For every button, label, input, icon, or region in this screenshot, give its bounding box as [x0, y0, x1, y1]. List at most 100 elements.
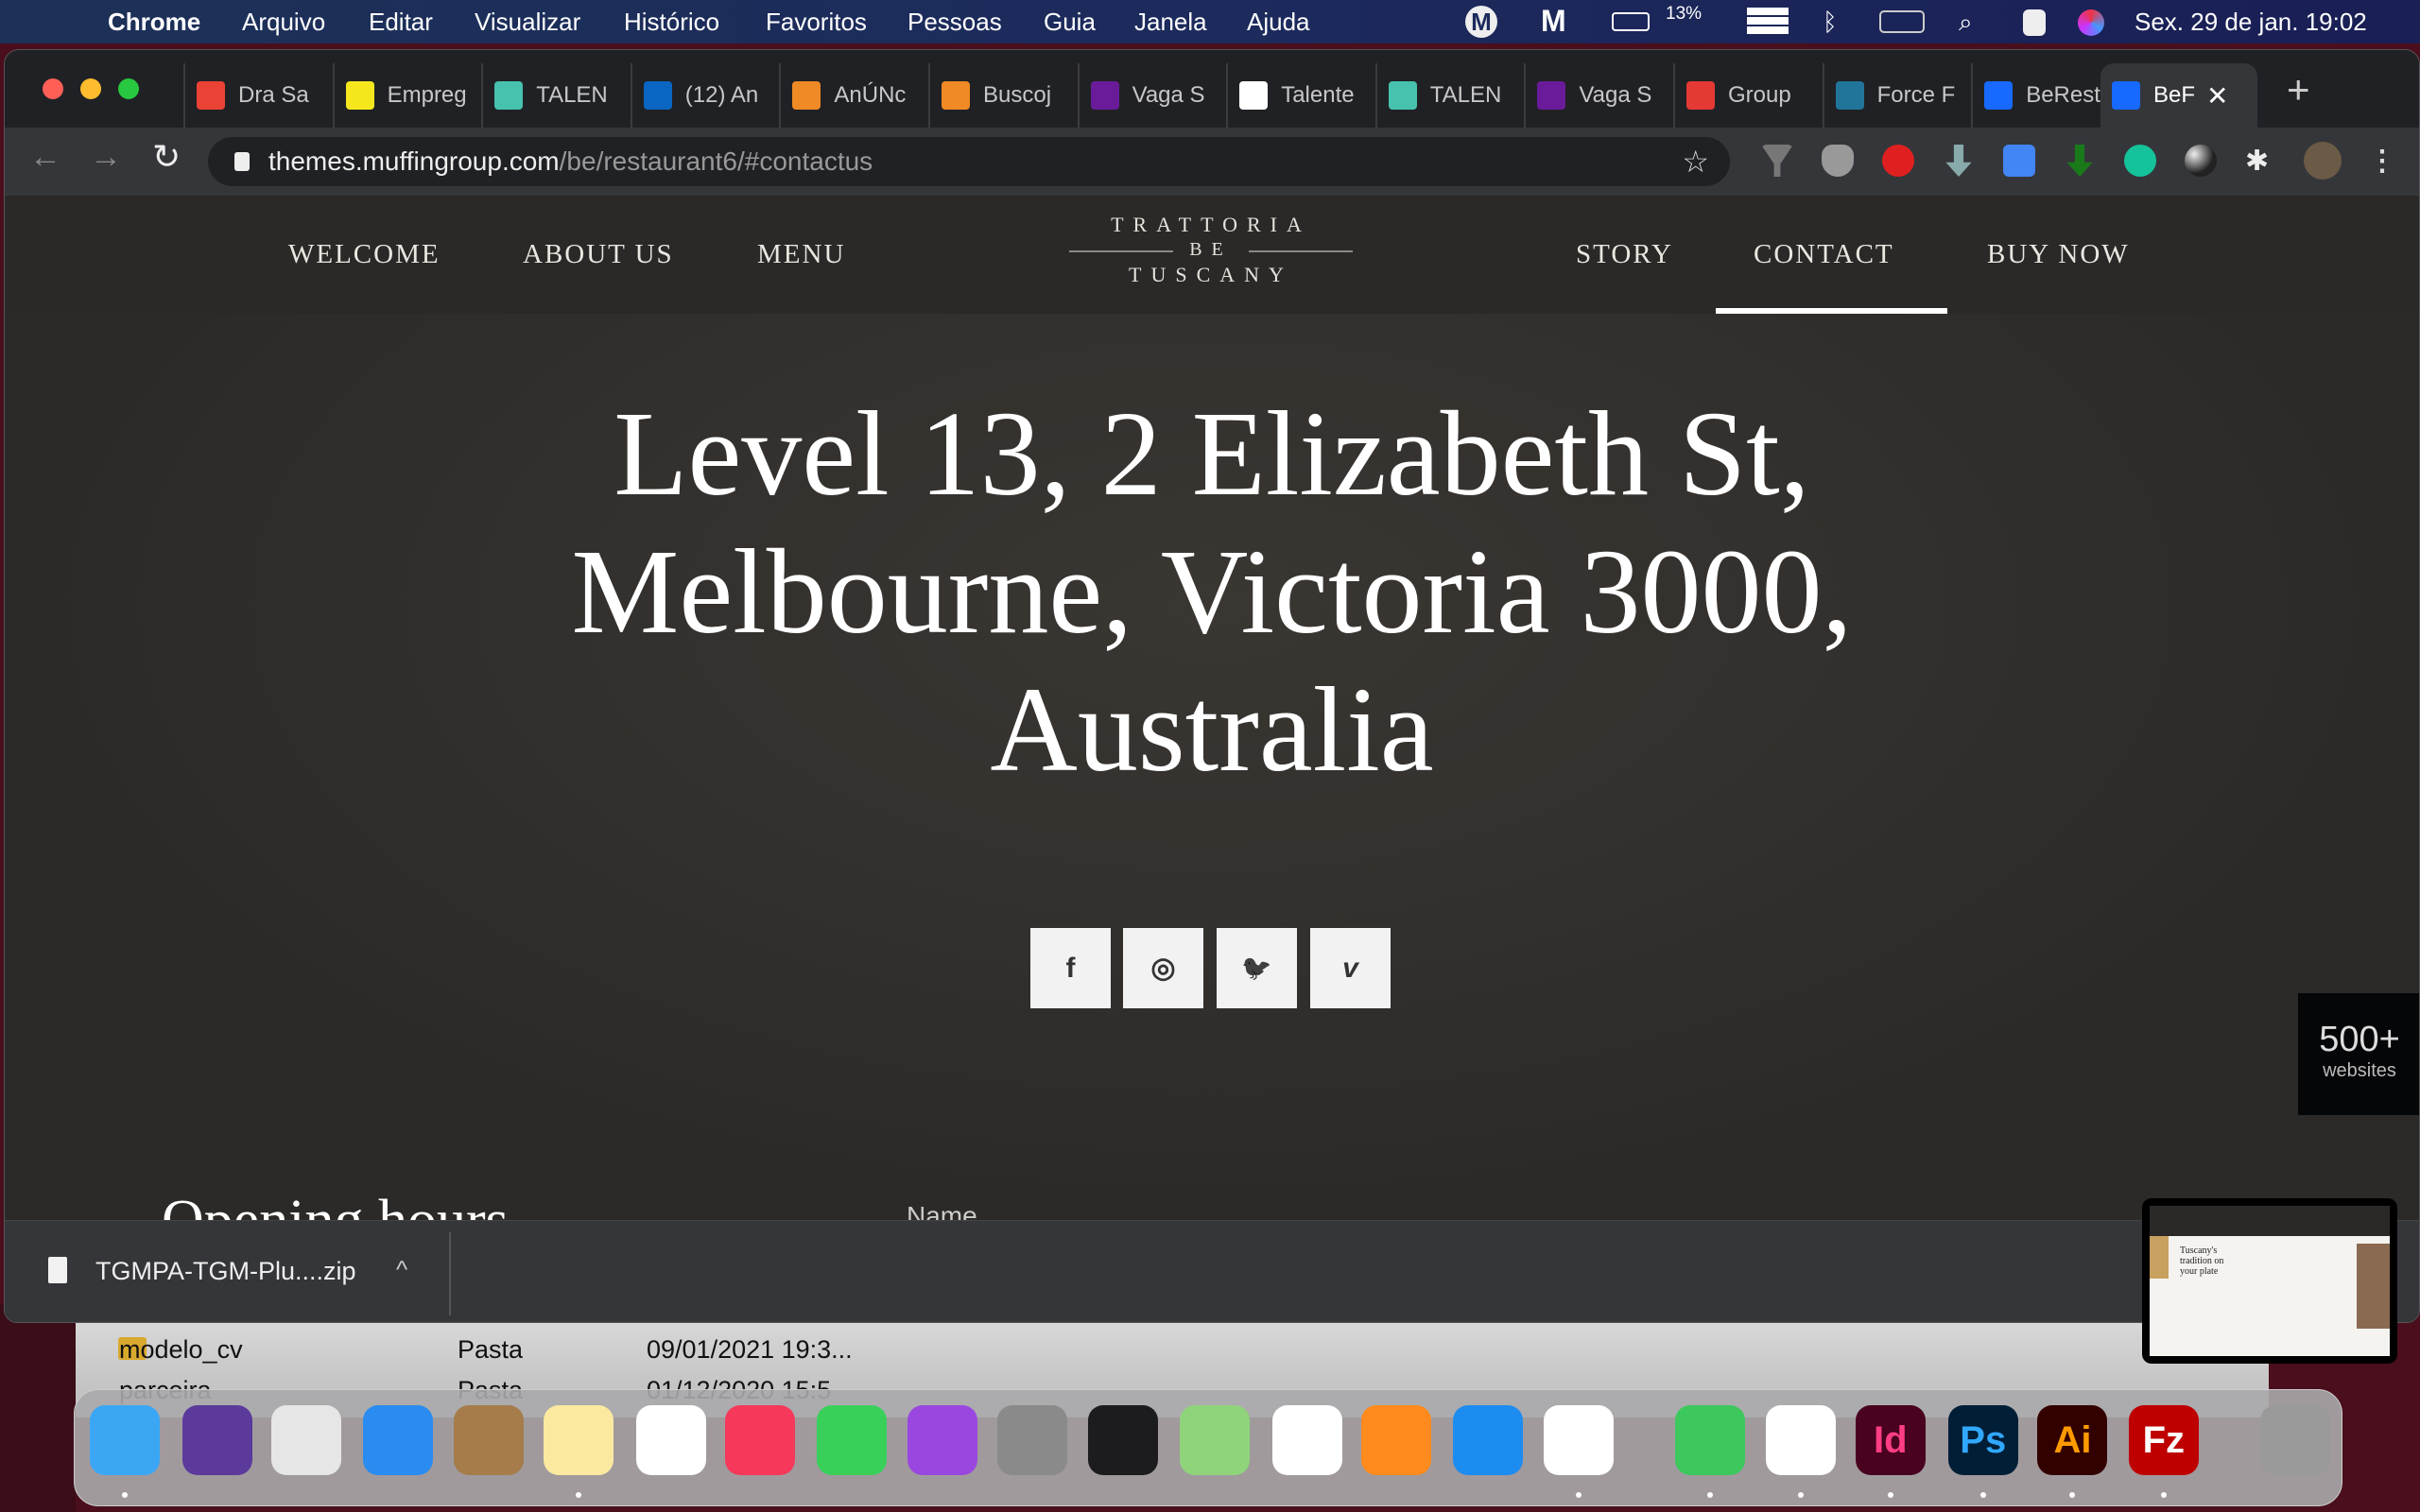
power-icon[interactable]: [1879, 10, 1925, 33]
bluetooth-icon[interactable]: ᛒ: [1823, 8, 1838, 37]
m-icon[interactable]: M: [1541, 4, 1566, 39]
clock[interactable]: Sex. 29 de jan. 19:02: [2135, 8, 2367, 37]
trash-icon[interactable]: [2259, 1405, 2330, 1475]
reload-icon[interactable]: ↻: [152, 137, 181, 177]
tab[interactable]: Talente: [1226, 63, 1375, 128]
maps-icon[interactable]: [1179, 1405, 1250, 1475]
site-logo[interactable]: TRATTORIA BE TUSCANY: [1069, 213, 1353, 287]
nav-contact[interactable]: CONTACT: [1754, 239, 1894, 270]
download-item[interactable]: TGMPA-TGM-Plu....zip: [95, 1257, 356, 1286]
vimeo-button[interactable]: v: [1310, 928, 1391, 1008]
tab[interactable]: BeRest: [1971, 63, 2120, 128]
safari-icon[interactable]: [1766, 1405, 1837, 1475]
instagram-button[interactable]: ◎: [1123, 928, 1203, 1008]
tab[interactable]: Group: [1673, 63, 1823, 128]
app-store-icon[interactable]: [1452, 1405, 1523, 1475]
extension-shield-icon[interactable]: [1822, 145, 1854, 177]
facebook-button[interactable]: f: [1030, 928, 1111, 1008]
zoom-window-button[interactable]: [118, 78, 139, 99]
chevron-up-icon[interactable]: ^: [396, 1255, 407, 1284]
notes-icon[interactable]: [543, 1405, 614, 1475]
menu-kebab-icon[interactable]: ⋮: [2368, 145, 2400, 177]
malwarebytes-icon[interactable]: M: [1465, 6, 1497, 38]
mail-icon[interactable]: [362, 1405, 433, 1475]
menu-visualizar[interactable]: Visualizar: [475, 8, 580, 37]
parallels-icon[interactable]: [1747, 8, 1789, 34]
lock-icon[interactable]: [234, 152, 250, 171]
photos-icon[interactable]: [1271, 1405, 1342, 1475]
green-download-icon[interactable]: [2066, 145, 2093, 177]
tab[interactable]: Buscoj: [928, 63, 1078, 128]
chrome-icon[interactable]: [1543, 1405, 1614, 1475]
tab[interactable]: Vaga S: [1524, 63, 1673, 128]
menu-ajuda[interactable]: Ajuda: [1247, 8, 1310, 37]
download-arrow-icon[interactable]: [1945, 145, 1972, 177]
grammarly-icon[interactable]: [2124, 145, 2156, 177]
podcasts-icon[interactable]: [908, 1405, 978, 1475]
siri-icon[interactable]: [182, 1405, 252, 1475]
control-center-icon[interactable]: [2023, 9, 2046, 36]
books-icon[interactable]: [1361, 1405, 1432, 1475]
nav-buy-now[interactable]: BUY NOW: [1987, 239, 2130, 270]
extensions-puzzle-icon[interactable]: ✱: [2245, 145, 2277, 177]
tab[interactable]: (12) An: [630, 63, 780, 128]
photoshop-icon[interactable]: Ps: [1947, 1405, 2018, 1475]
forward-icon[interactable]: →: [90, 139, 122, 176]
system-preferences-icon[interactable]: [996, 1405, 1067, 1475]
close-window-button[interactable]: [43, 78, 63, 99]
macos-dock: Id Ps Ai Fz: [74, 1389, 2342, 1506]
music-icon[interactable]: [725, 1405, 796, 1475]
nav-about-us[interactable]: ABOUT US: [523, 239, 674, 270]
tab[interactable]: Vaga S: [1077, 63, 1227, 128]
finder-row-name[interactable]: modelo_cv: [119, 1335, 243, 1365]
address-bar[interactable]: themes.muffingroup.com/be/restaurant6/#c…: [208, 137, 1730, 186]
indesign-icon[interactable]: Id: [1855, 1405, 1926, 1475]
extension-funnel-icon[interactable]: [1761, 145, 1793, 177]
nav-welcome[interactable]: WELCOME: [288, 239, 441, 270]
launchpad-icon[interactable]: [271, 1405, 342, 1475]
apple-tv-icon[interactable]: [1088, 1405, 1159, 1475]
tab[interactable]: Dra Sa: [183, 63, 333, 128]
messages-icon[interactable]: [816, 1405, 887, 1475]
twitter-button[interactable]: 🐦: [1217, 928, 1297, 1008]
illustrator-icon[interactable]: Ai: [2037, 1405, 2108, 1475]
menu-guia[interactable]: Guia: [1044, 8, 1096, 37]
battery-icon[interactable]: [1612, 12, 1650, 31]
back-icon[interactable]: ←: [29, 139, 61, 176]
siri-icon[interactable]: [2078, 9, 2104, 36]
menu-pessoas[interactable]: Pessoas: [908, 8, 1002, 37]
extension-balls-icon[interactable]: [2185, 145, 2217, 177]
menu-arquivo[interactable]: Arquivo: [242, 8, 325, 37]
tab[interactable]: Force F: [1822, 63, 1972, 128]
reminders-icon[interactable]: [635, 1405, 706, 1475]
google-translate-icon[interactable]: [2003, 145, 2035, 177]
contacts-icon[interactable]: [454, 1405, 525, 1475]
nav-story[interactable]: STORY: [1576, 239, 1673, 270]
tab[interactable]: Empreg: [332, 63, 482, 128]
minimize-window-button[interactable]: [80, 78, 101, 99]
nav-menu[interactable]: MENU: [757, 239, 845, 270]
profile-avatar[interactable]: [2304, 142, 2342, 180]
close-tab-icon[interactable]: ✕: [2206, 80, 2228, 112]
screenshot-thumbnail[interactable]: Tuscany's tradition on your plate: [2142, 1198, 2397, 1364]
menu-app-name[interactable]: Chrome: [108, 8, 200, 37]
menu-editar[interactable]: Editar: [369, 8, 433, 37]
whatsapp-icon[interactable]: [1674, 1405, 1745, 1475]
tab[interactable]: AnÚNc: [779, 63, 928, 128]
logo-rule: [1069, 250, 1173, 252]
tab[interactable]: TALEN: [1374, 63, 1525, 128]
spotlight-icon[interactable]: ⌕: [1959, 8, 1973, 38]
tab-active[interactable]: BeF ✕: [2100, 63, 2257, 128]
500-websites-badge[interactable]: 500+ websites: [2298, 993, 2419, 1115]
menu-favoritos[interactable]: Favoritos: [766, 8, 867, 37]
bookmark-star-icon[interactable]: ☆: [1682, 144, 1709, 180]
menu-janela[interactable]: Janela: [1134, 8, 1207, 37]
tab[interactable]: TALEN: [481, 63, 631, 128]
filezilla-icon[interactable]: Fz: [2128, 1405, 2199, 1475]
finder-icon[interactable]: [89, 1405, 160, 1475]
running-indicator: [1575, 1492, 1582, 1498]
new-tab-button[interactable]: +: [2287, 67, 2310, 112]
menu-historico[interactable]: Histórico: [624, 8, 719, 37]
adblock-icon[interactable]: [1882, 145, 1914, 177]
address-line: Melbourne, Victoria 3000,: [571, 524, 1853, 659]
